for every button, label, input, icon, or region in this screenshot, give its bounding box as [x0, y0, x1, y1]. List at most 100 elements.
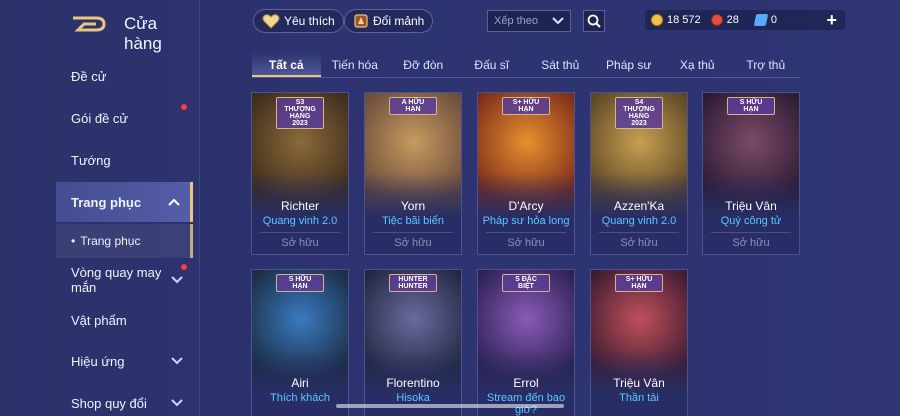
exchange-label: Đổi mảnh	[373, 14, 425, 28]
owned-status: Sở hữu	[620, 237, 658, 249]
skin-name: Quý công tử	[720, 215, 782, 227]
skin-name: Quang vinh 2.0	[601, 215, 677, 227]
page-title: Cửa hàng	[124, 14, 162, 53]
search-button[interactable]	[583, 10, 605, 32]
gold-amount: 18 572	[667, 14, 701, 26]
skin-card[interactable]: HUNTER HUNTER Florentino Hisoka	[364, 269, 462, 416]
sidebar-item-skins[interactable]: Trang phục	[56, 182, 193, 222]
tab-all[interactable]: Tất cả	[252, 52, 321, 77]
sidebar-item-label: Đề cử	[71, 68, 107, 84]
home-indicator	[336, 404, 564, 408]
sidebar-item-bundles[interactable]: Gói đề cử	[56, 98, 193, 138]
back-button[interactable]	[70, 12, 110, 36]
rank-badge: A HỮU HẠN	[389, 97, 437, 115]
card-divider	[486, 232, 566, 233]
skin-name: Pháp sư hỏa long	[482, 215, 570, 227]
exchange-shards-button[interactable]: Đổi mảnh	[344, 9, 434, 33]
skin-card[interactable]: S HỮU HẠN Triệu Vân Quý công tử Sở hữu	[702, 92, 800, 255]
sidebar-item-label: Shop quy đổi	[71, 395, 147, 411]
tab-fighter[interactable]: Đấu sĩ	[458, 52, 527, 77]
hero-name: Triệu Vân	[613, 376, 665, 390]
hero-name: Azzen'Ka	[613, 199, 665, 213]
chevron-down-icon	[171, 276, 183, 284]
sidebar-subitem-label: Trang phục	[80, 234, 141, 248]
rank-badge: S+ HỮU HẠN	[615, 274, 663, 292]
shard-icon	[354, 14, 368, 28]
gold-currency: 18 572	[651, 14, 701, 26]
skin-card[interactable]: S HỮU HẠN Airi Thích khách	[251, 269, 349, 416]
chevron-up-icon	[168, 198, 180, 206]
category-tabs: Tất cả Tiến hóa Đỡ đòn Đấu sĩ Sát thủ Ph…	[252, 52, 800, 78]
voucher-amount: 28	[726, 14, 739, 26]
tab-support[interactable]: Trợ thủ	[732, 52, 801, 77]
skin-card[interactable]: S+ HỮU HẠN D'Arcy Pháp sư hỏa long Sở hữu	[477, 92, 575, 255]
favorites-button[interactable]: Yêu thích	[253, 9, 344, 33]
sidebar-item-label: Gói đề cử	[71, 110, 129, 126]
hero-name: Errol	[513, 376, 539, 390]
tab-mage[interactable]: Pháp sư	[595, 52, 664, 77]
card-divider	[373, 232, 453, 233]
hero-name: D'Arcy	[508, 199, 544, 213]
ticket-amount: 0	[770, 14, 778, 26]
hero-name: Florentino	[386, 376, 440, 390]
sidebar-subitem-skins[interactable]: • Trang phục	[56, 224, 193, 258]
sidebar-item-featured[interactable]: Đề cử	[56, 56, 193, 96]
tab-assassin[interactable]: Sát thủ	[526, 52, 595, 77]
skin-name: Thần tài	[619, 392, 659, 404]
sidebar-item-heroes[interactable]: Tướng	[56, 140, 193, 180]
tab-evolution[interactable]: Tiến hóa	[321, 52, 390, 77]
tab-marksman[interactable]: Xạ thủ	[663, 52, 732, 77]
sidebar-item-lucky-wheel[interactable]: Vòng quay may mắn	[56, 258, 193, 302]
heart-icon	[262, 14, 280, 29]
card-divider	[260, 232, 340, 233]
rank-badge: S3 THƯỢNG HẠNG 2023	[276, 97, 324, 129]
skin-card[interactable]: S ĐẶC BIỆT Errol Stream đến bao giờ?	[477, 269, 575, 416]
back-arrow-icon	[73, 16, 106, 32]
sidebar-item-label: Vật phẩm	[71, 312, 127, 328]
chevron-down-icon	[171, 399, 183, 407]
favorites-label: Yêu thích	[284, 14, 335, 28]
sort-dropdown[interactable]: Xếp theo	[487, 10, 571, 32]
owned-status: Sở hữu	[281, 237, 319, 249]
gold-coin-icon	[651, 14, 663, 26]
sort-label: Xếp theo	[494, 15, 539, 27]
skin-card[interactable]: S3 THƯỢNG HẠNG 2023 Richter Quang vinh 2.0…	[251, 92, 349, 255]
ticket-currency: 0	[753, 14, 778, 26]
hero-name: Richter	[280, 199, 319, 213]
search-icon	[587, 14, 601, 28]
sidebar-item-label: Vòng quay may mắn	[71, 265, 162, 295]
skin-card[interactable]: S4 THƯỢNG HẠNG 2023 Azzen'Ka Quang vinh 2.…	[590, 92, 688, 255]
sidebar-item-effects[interactable]: Hiệu ứng	[56, 341, 193, 381]
card-divider	[711, 232, 791, 233]
sidebar-item-items[interactable]: Vật phẩm	[56, 300, 193, 340]
notification-dot	[181, 264, 187, 270]
rank-badge: S ĐẶC BIỆT	[502, 274, 550, 292]
owned-status: Sở hữu	[394, 237, 432, 249]
skin-name: Thích khách	[270, 392, 330, 404]
skin-name: Tiệc bãi biển	[382, 215, 444, 227]
voucher-currency: 28	[710, 14, 739, 26]
notification-dot	[181, 104, 187, 110]
add-currency-button[interactable]: +	[826, 10, 837, 31]
skin-card[interactable]: S+ HỮU HẠN Triệu Vân Thần tài	[590, 269, 688, 416]
rank-badge: S+ HỮU HẠN	[502, 97, 550, 115]
rank-badge: S4 THƯỢNG HẠNG 2023	[615, 97, 663, 129]
hero-name: Yorn	[400, 199, 426, 213]
rank-badge: S HỮU HẠN	[727, 97, 775, 115]
hero-name: Triệu Vân	[725, 199, 777, 213]
skin-name: Quang vinh 2.0	[262, 215, 338, 227]
rank-badge: S HỮU HẠN	[276, 274, 324, 292]
sidebar-item-exchange-shop[interactable]: Shop quy đổi	[56, 383, 193, 416]
sidebar-item-label: Trang phục	[71, 194, 142, 210]
chevron-down-icon	[171, 357, 183, 365]
currency-bar: 18 572 28 0 +	[645, 10, 845, 30]
sidebar-item-label: Tướng	[71, 152, 111, 168]
sidebar-item-label: Hiệu ứng	[71, 353, 125, 369]
tab-tank[interactable]: Đỡ đòn	[389, 52, 458, 77]
skin-card[interactable]: A HỮU HẠN Yorn Tiệc bãi biển Sở hữu	[364, 92, 462, 255]
owned-status: Sở hữu	[732, 237, 770, 249]
owned-status: Sở hữu	[507, 237, 545, 249]
blue-ticket-icon	[753, 14, 769, 26]
sidebar: Cửa hàng Đề cử Gói đề cử Tướng Trang phụ…	[0, 0, 200, 416]
rank-badge: HUNTER HUNTER	[389, 274, 437, 292]
